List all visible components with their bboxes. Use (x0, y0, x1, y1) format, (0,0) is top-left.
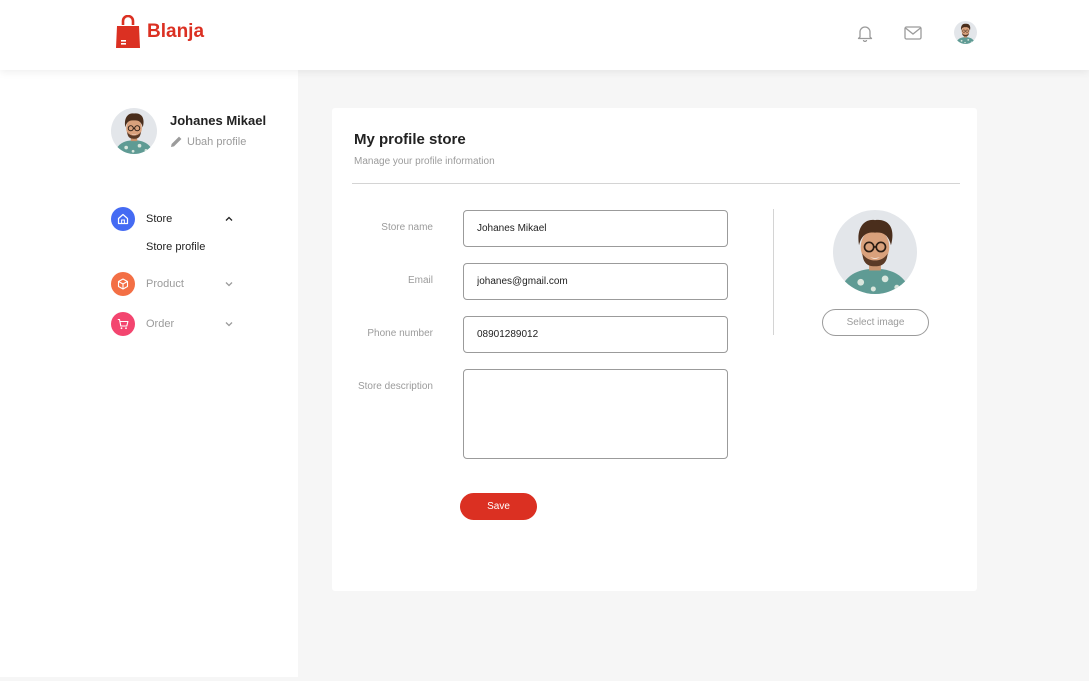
notification-button[interactable] (854, 22, 876, 44)
cart-icon (117, 318, 129, 330)
page-title: My profile store (354, 131, 466, 148)
profile-name: Johanes Mikael (170, 113, 267, 128)
home-icon (117, 213, 129, 225)
sidebar-item-label: Store (146, 213, 173, 225)
edit-profile-label: Ubah profile (187, 135, 247, 148)
sidebar-item-label: Product (146, 278, 184, 290)
vertical-divider (773, 209, 774, 335)
phone-number-label: Phone number (367, 328, 433, 339)
email-label: Email (407, 275, 433, 286)
sidebar-item-label: Order (146, 318, 175, 330)
avatar-image (954, 21, 977, 44)
avatar-image (111, 108, 157, 154)
page-subtitle: Manage your profile information (354, 156, 495, 167)
edit-profile-link[interactable]: Ubah profile (170, 135, 246, 148)
store-icon-circle (111, 207, 135, 231)
box-icon (117, 278, 129, 290)
chevron-up-icon (224, 214, 234, 224)
phone-number-input[interactable] (463, 316, 728, 353)
email-input[interactable] (463, 263, 728, 300)
store-description-textarea[interactable] (463, 369, 728, 459)
brand-logo[interactable]: Blanja (115, 15, 204, 49)
store-description-label: Store description (357, 381, 433, 392)
order-icon-circle (111, 312, 135, 336)
chevron-down-icon (224, 319, 234, 329)
sidebar-item-store[interactable]: Store (111, 207, 241, 231)
chevron-down-icon (224, 279, 234, 289)
mail-icon (904, 26, 922, 40)
store-name-label: Store name (381, 222, 433, 233)
bell-icon (857, 26, 873, 42)
sidebar-item-order[interactable]: Order (111, 312, 241, 336)
store-image-preview (833, 210, 917, 294)
sidebar-item-product[interactable]: Product (111, 272, 241, 296)
sidebar (0, 70, 298, 677)
profile-avatar (111, 108, 157, 154)
avatar-image (833, 210, 917, 294)
sidebar-subitem-store-profile[interactable]: Store profile (146, 241, 205, 253)
user-avatar[interactable] (954, 21, 977, 44)
product-icon-circle (111, 272, 135, 296)
pencil-icon (171, 136, 182, 147)
divider (352, 183, 960, 184)
messages-button[interactable] (902, 22, 924, 44)
top-navbar: Blanja (0, 0, 1089, 70)
shopping-bag-icon (116, 15, 140, 48)
store-name-input[interactable] (463, 210, 728, 247)
select-image-button[interactable]: Select image (822, 309, 929, 336)
save-button[interactable]: Save (460, 493, 537, 520)
brand-name: Blanja (147, 21, 205, 42)
